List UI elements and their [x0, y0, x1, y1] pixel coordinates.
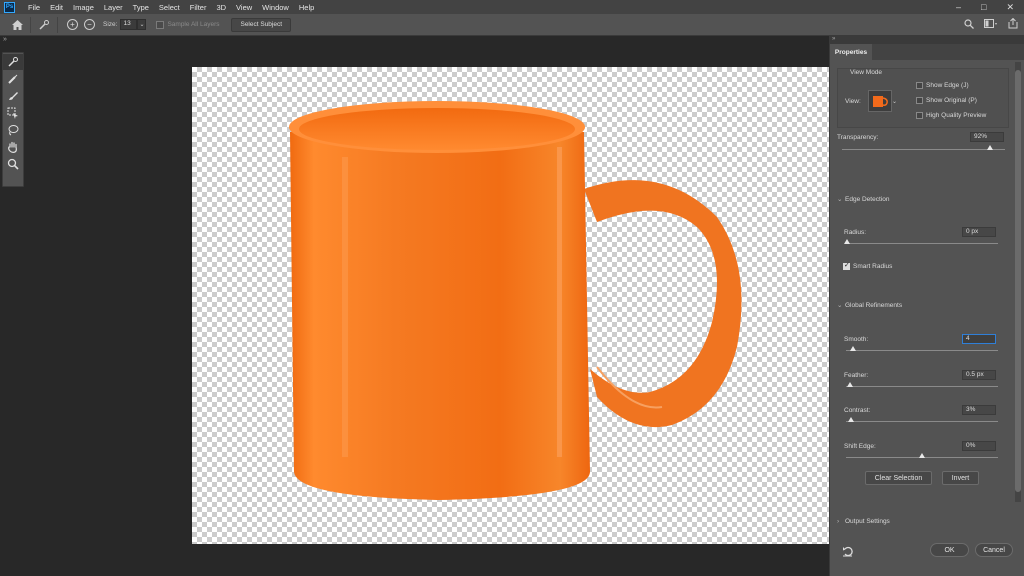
- view-mode-heading: View Mode: [850, 69, 883, 76]
- panel-scrollbar-thumb[interactable]: [1015, 70, 1021, 492]
- orange-mug-image: [289, 101, 742, 500]
- menu-select[interactable]: Select: [154, 3, 185, 12]
- contrast-label: Contrast:: [844, 407, 871, 414]
- quick-selection-brush-icon[interactable]: [3, 54, 23, 70]
- toolbar: »: [0, 36, 27, 576]
- home-icon[interactable]: [10, 18, 24, 32]
- show-original-label: Show Original (P): [926, 97, 977, 104]
- show-edge-label: Show Edge (J): [926, 82, 969, 89]
- menu-window[interactable]: Window: [257, 3, 294, 12]
- view-label: View:: [845, 98, 861, 105]
- clear-selection-button[interactable]: Clear Selection: [865, 471, 932, 485]
- sample-all-layers-label: Sample All Layers: [167, 21, 220, 28]
- workspace-icon[interactable]: [984, 18, 998, 31]
- view-mode-dropdown-chevron-icon[interactable]: ⌄: [892, 90, 899, 112]
- minimize-icon[interactable]: –: [956, 2, 961, 13]
- smart-radius-label: Smart Radius: [853, 263, 893, 270]
- options-bar: + − Size: 13 ⌄ Sample All Layers Select …: [0, 14, 1024, 36]
- edge-detection-section[interactable]: ⌄ Edge Detection: [837, 195, 889, 203]
- panel-scrollbar[interactable]: [1015, 62, 1021, 502]
- lasso-icon[interactable]: [3, 122, 23, 138]
- size-label: Size:: [103, 21, 118, 28]
- separator: [30, 16, 31, 33]
- chevron-down-icon: ⌄: [837, 196, 843, 203]
- menu-3d[interactable]: 3D: [211, 3, 231, 12]
- ok-button[interactable]: OK: [930, 543, 969, 557]
- menu-edit[interactable]: Edit: [45, 3, 68, 12]
- cancel-button[interactable]: Cancel: [975, 543, 1013, 557]
- subtract-from-selection-icon[interactable]: −: [84, 19, 95, 30]
- reset-icon[interactable]: [842, 545, 854, 557]
- output-settings-section[interactable]: › Output Settings: [837, 518, 890, 525]
- transparency-label: Transparency:: [837, 134, 879, 141]
- show-edge-checkbox[interactable]: [916, 82, 923, 89]
- smooth-input[interactable]: 4: [962, 334, 996, 344]
- refine-edge-brush-icon[interactable]: [3, 71, 23, 87]
- select-subject-button[interactable]: Select Subject: [231, 17, 292, 32]
- feather-slider-thumb[interactable]: [847, 382, 853, 387]
- canvas-area[interactable]: [27, 36, 829, 576]
- menu-help[interactable]: Help: [294, 3, 319, 12]
- menu-view[interactable]: View: [231, 3, 257, 12]
- panel-collapse-chevron-icon[interactable]: »: [830, 36, 1024, 44]
- view-mode-thumbnail[interactable]: [868, 90, 892, 112]
- menu-layer[interactable]: Layer: [99, 3, 128, 12]
- contrast-slider-track[interactable]: [846, 421, 998, 422]
- close-icon[interactable]: ✕: [1006, 2, 1014, 13]
- separator: [57, 16, 58, 33]
- high-quality-preview-checkbox[interactable]: [916, 112, 923, 119]
- radius-slider-thumb[interactable]: [844, 239, 850, 244]
- zoom-icon[interactable]: [3, 156, 23, 172]
- tab-properties[interactable]: Properties: [830, 44, 872, 60]
- brush-icon[interactable]: [3, 88, 23, 104]
- radius-input[interactable]: 0 px: [962, 227, 996, 237]
- menu-filter[interactable]: Filter: [185, 3, 212, 12]
- shift-edge-label: Shift Edge:: [844, 443, 876, 450]
- add-to-selection-icon[interactable]: +: [67, 19, 78, 30]
- quick-selection-brush-icon[interactable]: [37, 18, 51, 32]
- contrast-slider-thumb[interactable]: [848, 417, 854, 422]
- shift-edge-input[interactable]: 0%: [962, 441, 996, 451]
- collapse-chevron-icon[interactable]: »: [0, 36, 27, 46]
- chevron-down-icon: ⌄: [837, 302, 843, 309]
- object-selection-icon[interactable]: [3, 105, 23, 121]
- smart-radius-checkbox[interactable]: [843, 261, 850, 270]
- invert-button[interactable]: Invert: [942, 471, 979, 485]
- radius-label: Radius:: [844, 229, 867, 236]
- high-quality-preview-label: High Quality Preview: [926, 112, 987, 119]
- transparency-input[interactable]: 92%: [970, 132, 1004, 142]
- window-controls: – □ ✕: [956, 2, 1024, 13]
- transparency-slider-track[interactable]: [842, 149, 1005, 150]
- smooth-label: Smooth:: [844, 336, 869, 343]
- contrast-input[interactable]: 3%: [962, 405, 996, 415]
- size-dropdown-chevron-icon[interactable]: ⌄: [137, 19, 147, 30]
- show-original-checkbox[interactable]: [916, 97, 923, 104]
- view-mode-group: [837, 68, 1009, 128]
- share-icon[interactable]: [1008, 17, 1018, 31]
- feather-input[interactable]: 0.5 px: [962, 370, 996, 380]
- tools-panel: [2, 52, 24, 187]
- menu-bar: Ps File Edit Image Layer Type Select Fil…: [0, 0, 1024, 14]
- search-icon[interactable]: [964, 18, 974, 31]
- smooth-slider-track[interactable]: [846, 350, 998, 351]
- photoshop-logo: Ps: [4, 1, 15, 13]
- menu-type[interactable]: Type: [128, 3, 154, 12]
- radius-slider-track[interactable]: [846, 243, 998, 244]
- global-refinements-section[interactable]: ⌄ Global Refinements: [837, 301, 902, 309]
- menu-image[interactable]: Image: [68, 3, 99, 12]
- transparency-slider-thumb[interactable]: [987, 145, 993, 150]
- size-input[interactable]: 13: [120, 19, 138, 30]
- sample-all-layers-checkbox[interactable]: [156, 20, 165, 29]
- properties-panel: » Properties View Mode View: ⌄ Show Edge…: [829, 36, 1024, 576]
- feather-slider-track[interactable]: [846, 386, 998, 387]
- feather-label: Feather:: [844, 372, 869, 379]
- menu-file[interactable]: File: [23, 3, 45, 12]
- chevron-right-icon: ›: [837, 518, 840, 525]
- shift-edge-slider-thumb[interactable]: [919, 453, 925, 458]
- document-canvas[interactable]: [192, 67, 829, 544]
- hand-icon[interactable]: [3, 139, 23, 155]
- smooth-slider-thumb[interactable]: [850, 346, 856, 351]
- maximize-icon[interactable]: □: [981, 2, 986, 13]
